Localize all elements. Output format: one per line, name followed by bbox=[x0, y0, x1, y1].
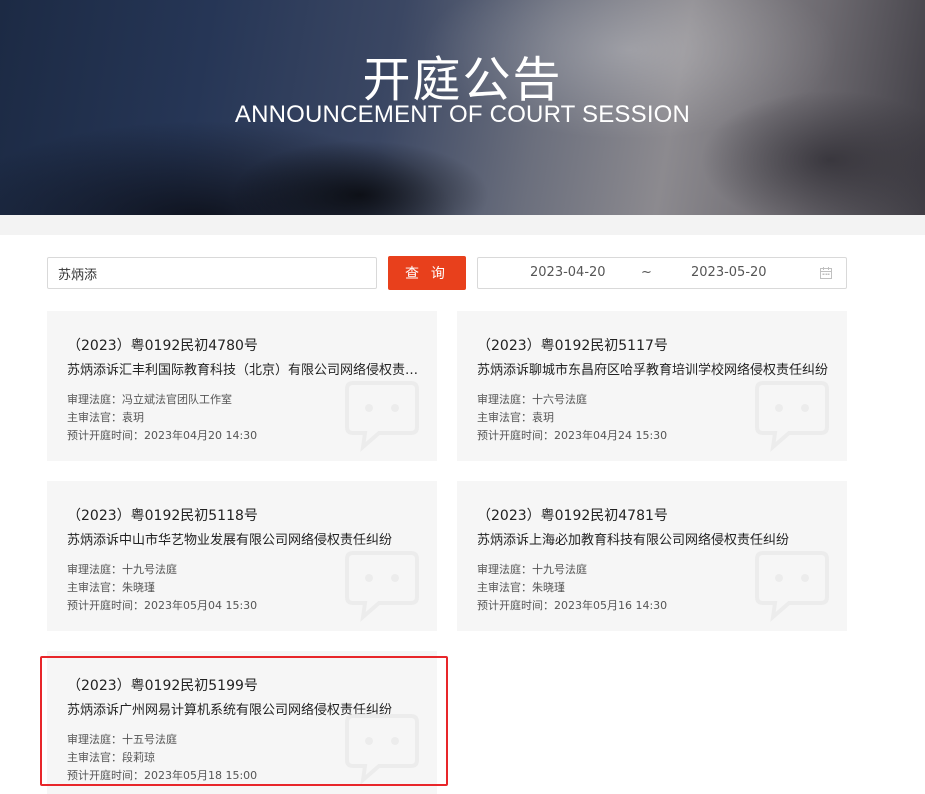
page-subtitle: ANNOUNCEMENT OF COURT SESSION bbox=[234, 101, 691, 128]
court-room: 审理法庭：十九号法庭 bbox=[67, 563, 177, 576]
case-title[interactable]: 苏炳添诉聊城市东昌府区哈孚教育培训学校网络侵权责任纠纷 bbox=[477, 359, 829, 378]
chat-bubble-icon bbox=[755, 551, 829, 623]
query-button[interactable]: 查 询 bbox=[388, 256, 466, 290]
date-end[interactable]: 2023-05-20 bbox=[691, 258, 767, 288]
court-room: 审理法庭：十六号法庭 bbox=[477, 393, 587, 406]
announcement-card[interactable]: （2023）粤0192民初5117号 苏炳添诉聊城市东昌府区哈孚教育培训学校网络… bbox=[457, 311, 847, 461]
session-time: 预计开庭时间：2023年05月18 15:00 bbox=[67, 769, 258, 782]
session-time: 预计开庭时间：2023年05月16 14:30 bbox=[477, 599, 668, 612]
announcement-card[interactable]: （2023）粤0192民初5199号 苏炳添诉广州网易计算机系统有限公司网络侵权… bbox=[47, 651, 437, 794]
session-time: 预计开庭时间：2023年05月04 15:30 bbox=[67, 599, 258, 612]
court-room: 审理法庭：十九号法庭 bbox=[477, 563, 587, 576]
session-time: 预计开庭时间：2023年04月20 14:30 bbox=[67, 429, 258, 442]
announcement-card[interactable]: （2023）粤0192民初5118号 苏炳添诉中山市华艺物业发展有限公司网络侵权… bbox=[47, 481, 437, 631]
presiding-judge: 主审法官：朱晓瑾 bbox=[67, 581, 155, 594]
calendar-icon[interactable] bbox=[820, 267, 832, 279]
chat-bubble-icon bbox=[345, 551, 419, 623]
date-separator: ~ bbox=[641, 265, 652, 280]
banner: 开庭公告 ANNOUNCEMENT OF COURT SESSION bbox=[0, 0, 925, 215]
chat-bubble-icon bbox=[345, 714, 419, 786]
announcement-card[interactable]: （2023）粤0192民初4781号 苏炳添诉上海必加教育科技有限公司网络侵权责… bbox=[457, 481, 847, 631]
chat-bubble-icon bbox=[755, 381, 829, 453]
case-number: （2023）粤0192民初5199号 bbox=[67, 678, 258, 694]
chat-bubble-icon bbox=[345, 381, 419, 453]
case-title[interactable]: 苏炳添诉中山市华艺物业发展有限公司网络侵权责任纠纷 bbox=[67, 529, 419, 548]
date-start[interactable]: 2023-04-20 bbox=[530, 258, 606, 288]
court-room: 审理法庭：十五号法庭 bbox=[67, 733, 177, 746]
case-title[interactable]: 苏炳添诉汇丰利国际教育科技（北京）有限公司网络侵权责任纠纷 bbox=[67, 359, 419, 378]
court-room: 审理法庭：冯立斌法官团队工作室 bbox=[67, 393, 232, 406]
presiding-judge: 主审法官：袁玥 bbox=[67, 411, 144, 424]
session-time: 预计开庭时间：2023年04月24 15:30 bbox=[477, 429, 668, 442]
case-number: （2023）粤0192民初5118号 bbox=[67, 508, 258, 524]
presiding-judge: 主审法官：袁玥 bbox=[477, 411, 554, 424]
case-number: （2023）粤0192民初5117号 bbox=[477, 338, 668, 354]
announcement-card[interactable]: （2023）粤0192民初4780号 苏炳添诉汇丰利国际教育科技（北京）有限公司… bbox=[47, 311, 437, 461]
date-range-picker[interactable]: 2023-04-20 ~ 2023-05-20 bbox=[477, 257, 847, 289]
divider-strip bbox=[0, 215, 925, 235]
case-title[interactable]: 苏炳添诉上海必加教育科技有限公司网络侵权责任纠纷 bbox=[477, 529, 829, 548]
presiding-judge: 主审法官：朱晓瑾 bbox=[477, 581, 565, 594]
search-input[interactable] bbox=[47, 257, 377, 289]
case-number: （2023）粤0192民初4780号 bbox=[67, 338, 258, 354]
case-number: （2023）粤0192民初4781号 bbox=[477, 508, 668, 524]
presiding-judge: 主审法官：段莉琼 bbox=[67, 751, 155, 764]
page-title: 开庭公告 bbox=[362, 52, 563, 108]
